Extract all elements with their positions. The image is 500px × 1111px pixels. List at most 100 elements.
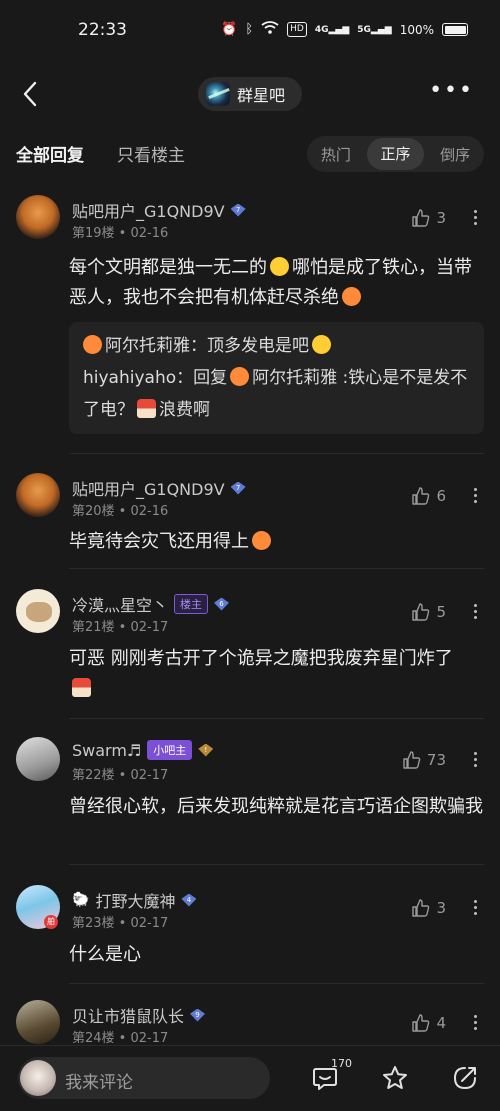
battery-percent: 100% bbox=[399, 22, 434, 37]
forum-avatar bbox=[206, 82, 230, 106]
reply-item: Swarm♬ 小吧主 ! 第22楼 • 02-17 73 曾经很心软，后来发现纯… bbox=[0, 737, 500, 867]
forum-pill-button[interactable]: 群星吧 bbox=[198, 77, 302, 111]
like-count: 3 bbox=[436, 209, 446, 227]
reply-content: 每个文明都是独一无二的 哪怕是成了铁心，当带恶人，我也不会把有机体赶尽杀绝 bbox=[69, 257, 472, 308]
post-more-icon[interactable] bbox=[474, 488, 478, 506]
more-menu-icon[interactable]: ••• bbox=[429, 80, 474, 102]
floor-meta: 第20楼 • 02-16 bbox=[72, 504, 169, 519]
post-more-icon[interactable] bbox=[474, 1015, 478, 1033]
username[interactable]: 贴吧用户_G1QND9V bbox=[72, 476, 225, 500]
sort-descending[interactable]: 倒序 bbox=[426, 144, 484, 165]
status-time: 22:33 bbox=[78, 20, 127, 40]
reply-item: 贴吧用户_G1QND9V 7 第20楼 • 02-16 6 毕竟待会灾飞还用得上 bbox=[0, 472, 500, 572]
username-row: 贴吧用户_G1QND9V 7 bbox=[72, 476, 246, 500]
avatar[interactable] bbox=[16, 473, 60, 517]
signal-5g-icon: 5G▂▄▆ bbox=[357, 24, 392, 35]
reply-item: 舶 🐑 打野大魔神 4 第23楼 • 02-17 3 什么是心 bbox=[0, 885, 500, 985]
floor-meta: 第23楼 • 02-17 bbox=[72, 916, 169, 931]
reply-item: 贴吧用户_G1QND9V 7 第19楼 • 02-16 3 每个文明都是独一无二… bbox=[0, 195, 500, 457]
level-badge: 6 bbox=[214, 597, 230, 611]
post-date: 02-16 bbox=[130, 226, 169, 241]
username-row: 冷漠灬星空丶 楼主 6 bbox=[72, 592, 230, 616]
avatar[interactable] bbox=[16, 195, 60, 239]
hd-icon: HD bbox=[287, 22, 307, 37]
tab-op-only[interactable]: 只看楼主 bbox=[117, 141, 185, 166]
username[interactable]: 冷漠灬星空丶 bbox=[72, 592, 168, 616]
post-more-icon[interactable] bbox=[474, 210, 478, 228]
reply-filter-bar: 全部回复 只看楼主 热门 正序 倒序 bbox=[0, 134, 500, 174]
username[interactable]: 打野大魔神 bbox=[95, 888, 175, 912]
sort-ascending[interactable]: 正序 bbox=[366, 138, 425, 170]
reply-item: 冷漠灬星空丶 楼主 6 第21楼 • 02-17 5 可恶 刚刚考古开了个诡异之… bbox=[0, 588, 500, 733]
sheep-icon: 🐑 bbox=[72, 892, 90, 908]
back-arrow-icon[interactable] bbox=[18, 79, 44, 109]
sub-reply: 阿尔托莉雅：顶多发电是吧 bbox=[83, 330, 470, 362]
like-count: 73 bbox=[426, 751, 446, 769]
sort-hot[interactable]: 热门 bbox=[307, 144, 365, 165]
sort-toggle: 热门 正序 倒序 bbox=[307, 136, 484, 172]
battery-icon bbox=[442, 23, 468, 36]
tab-all-replies[interactable]: 全部回复 bbox=[16, 141, 84, 166]
thumbs-up-icon bbox=[412, 209, 430, 227]
reply-content: 可恶 刚刚考古开了个诡异之魔把我废弃星门炸了 bbox=[69, 644, 485, 704]
post-more-icon[interactable] bbox=[474, 752, 478, 770]
star-icon[interactable] bbox=[381, 1064, 409, 1092]
like-button[interactable]: 6 bbox=[411, 486, 446, 506]
sub-replies-box[interactable]: 阿尔托莉雅：顶多发电是吧 hiyahiyaho：回复 阿尔托莉雅 :铁心是不是发不… bbox=[69, 322, 484, 434]
bluetooth-icon: ᛒ bbox=[245, 22, 254, 37]
username-row: 贝让市猎鼠队长 9 bbox=[72, 1003, 206, 1027]
floor-meta: 第22楼 • 02-17 bbox=[72, 768, 169, 783]
share-icon[interactable] bbox=[451, 1064, 479, 1092]
divider bbox=[69, 983, 484, 984]
like-button[interactable]: 3 bbox=[411, 208, 446, 228]
post-more-icon[interactable] bbox=[474, 900, 478, 918]
smile-emoji-icon bbox=[312, 335, 331, 354]
my-avatar bbox=[20, 1060, 56, 1096]
avatar[interactable] bbox=[16, 1000, 60, 1044]
level-badge: 4 bbox=[181, 893, 197, 907]
username[interactable]: Swarm♬ bbox=[72, 741, 141, 760]
like-button[interactable]: 3 bbox=[411, 898, 446, 918]
reply-content: 曾经很心软，后来发现纯粹就是花言巧语企图欺骗我 bbox=[69, 796, 483, 817]
username-row: Swarm♬ 小吧主 ! bbox=[72, 740, 214, 760]
floor-meta: 第21楼 • 02-17 bbox=[72, 620, 169, 635]
like-count: 3 bbox=[436, 899, 446, 917]
comment-placeholder: 我来评论 bbox=[65, 1073, 133, 1093]
wifi-icon bbox=[261, 21, 279, 38]
level-badge: 7 bbox=[230, 203, 246, 217]
alarm-icon: ⏰ bbox=[221, 22, 238, 37]
top-nav-bar: 群星吧 ••• bbox=[0, 70, 500, 120]
smile-emoji-icon bbox=[270, 257, 289, 276]
avatar[interactable] bbox=[16, 589, 60, 633]
sub-reply: hiyahiyaho：回复 阿尔托莉雅 :铁心是不是发不了电？ 浪费啊 bbox=[83, 367, 468, 420]
avatar[interactable] bbox=[16, 737, 60, 781]
post-more-icon[interactable] bbox=[474, 604, 478, 622]
cake-emoji-icon bbox=[137, 399, 156, 418]
username[interactable]: 贝让市猎鼠队长 bbox=[72, 1003, 184, 1027]
username[interactable]: 贴吧用户_G1QND9V bbox=[72, 198, 225, 222]
level-badge: ! bbox=[198, 743, 214, 757]
reply-item: 贝让市猎鼠队长 9 第24楼 • 02-17 4 bbox=[0, 1000, 500, 1045]
like-button[interactable]: 4 bbox=[411, 1013, 446, 1033]
tongue-emoji-icon bbox=[230, 367, 250, 386]
like-count: 5 bbox=[436, 603, 446, 621]
moderator-tag: 小吧主 bbox=[147, 740, 193, 760]
like-button[interactable]: 5 bbox=[411, 602, 446, 622]
status-bar: 22:33 ⏰ ᛒ HD 4G▂▄▆ 5G▂▄▆ 100% bbox=[0, 0, 500, 60]
cake-emoji-icon bbox=[72, 678, 91, 697]
reply-content: 毕竟待会灾飞还用得上 bbox=[69, 527, 485, 557]
tongue-emoji-icon bbox=[83, 335, 102, 354]
divider bbox=[69, 453, 484, 454]
op-tag: 楼主 bbox=[174, 594, 209, 614]
level-badge: 7 bbox=[230, 481, 246, 495]
comment-count: 170 bbox=[331, 1057, 352, 1070]
forum-name: 群星吧 bbox=[237, 86, 286, 105]
floor-number: 第19楼 bbox=[72, 226, 115, 241]
divider bbox=[69, 568, 484, 569]
status-icons: ⏰ ᛒ HD 4G▂▄▆ 5G▂▄▆ 100% bbox=[221, 21, 468, 38]
divider bbox=[69, 718, 484, 719]
avatar-badge: 舶 bbox=[44, 915, 58, 929]
floor-meta: 第24楼 • 02-17 bbox=[72, 1031, 169, 1045]
thumbs-up-icon bbox=[412, 1014, 430, 1032]
like-button[interactable]: 73 bbox=[402, 750, 446, 770]
